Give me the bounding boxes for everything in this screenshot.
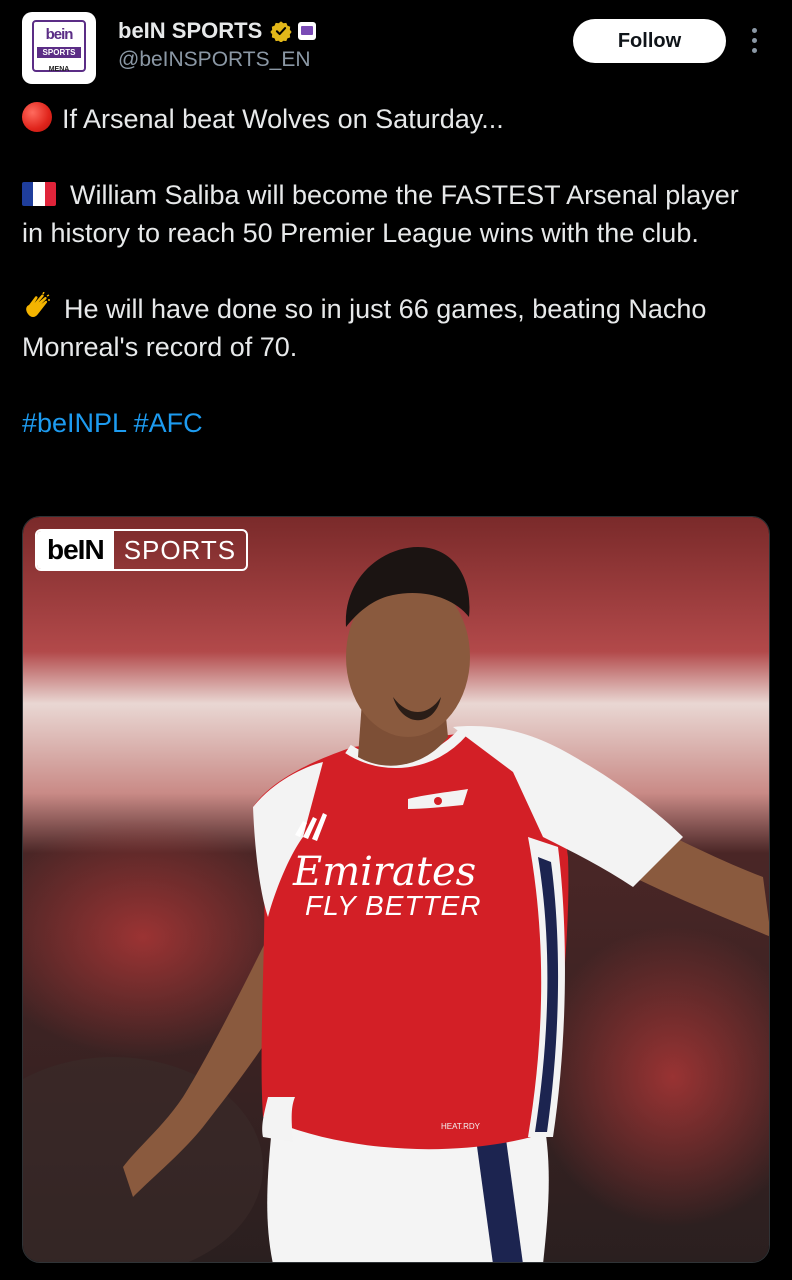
display-name[interactable]: beIN SPORTS — [118, 18, 262, 44]
bein-logo-icon: bein SPORTS — [32, 20, 86, 72]
tweet-media-photo[interactable]: Emirates FLY BETTER HEAT.RDY beIN SPORTS — [22, 516, 770, 1263]
bein-sports-watermark: beIN SPORTS — [35, 529, 249, 571]
follow-button[interactable]: Follow — [573, 19, 726, 63]
player-photo: Emirates FLY BETTER HEAT.RDY — [23, 517, 769, 1262]
more-vertical-icon[interactable] — [744, 26, 766, 56]
shirt-sponsor-emirates: Emirates — [292, 849, 476, 895]
tweet-header: bein SPORTS MENA beIN SPORTS @beINSPORTS… — [0, 0, 792, 96]
clapping-hands-icon — [26, 292, 50, 317]
name-row: beIN SPORTS — [118, 16, 317, 46]
red-circle-icon — [22, 102, 52, 132]
shirt-heat-rdy-tag: HEAT.RDY — [441, 1122, 481, 1131]
hashtag-beinpl[interactable]: #beINPL — [22, 408, 126, 438]
tweet-line-1: If Arsenal beat Wolves on Saturday... — [22, 100, 762, 138]
gold-verified-badge-icon[interactable] — [270, 20, 292, 42]
tweet-line-3: He will have done so in just 66 games, b… — [22, 292, 707, 362]
shirt-sponsor-fly-better: FLY BETTER — [305, 890, 482, 921]
tweet-line-2: William Saliba will become the FASTEST A… — [22, 180, 739, 248]
france-flag-icon — [22, 182, 56, 206]
account-avatar[interactable]: bein SPORTS MENA — [22, 12, 96, 84]
affiliate-badge-icon[interactable] — [298, 22, 317, 40]
account-handle[interactable]: @beINSPORTS_EN — [118, 48, 311, 72]
hashtags: #beINPL #AFC — [22, 404, 762, 442]
hashtag-afc[interactable]: #AFC — [134, 408, 203, 438]
tweet-text: If Arsenal beat Wolves on Saturday... Wi… — [22, 100, 762, 442]
